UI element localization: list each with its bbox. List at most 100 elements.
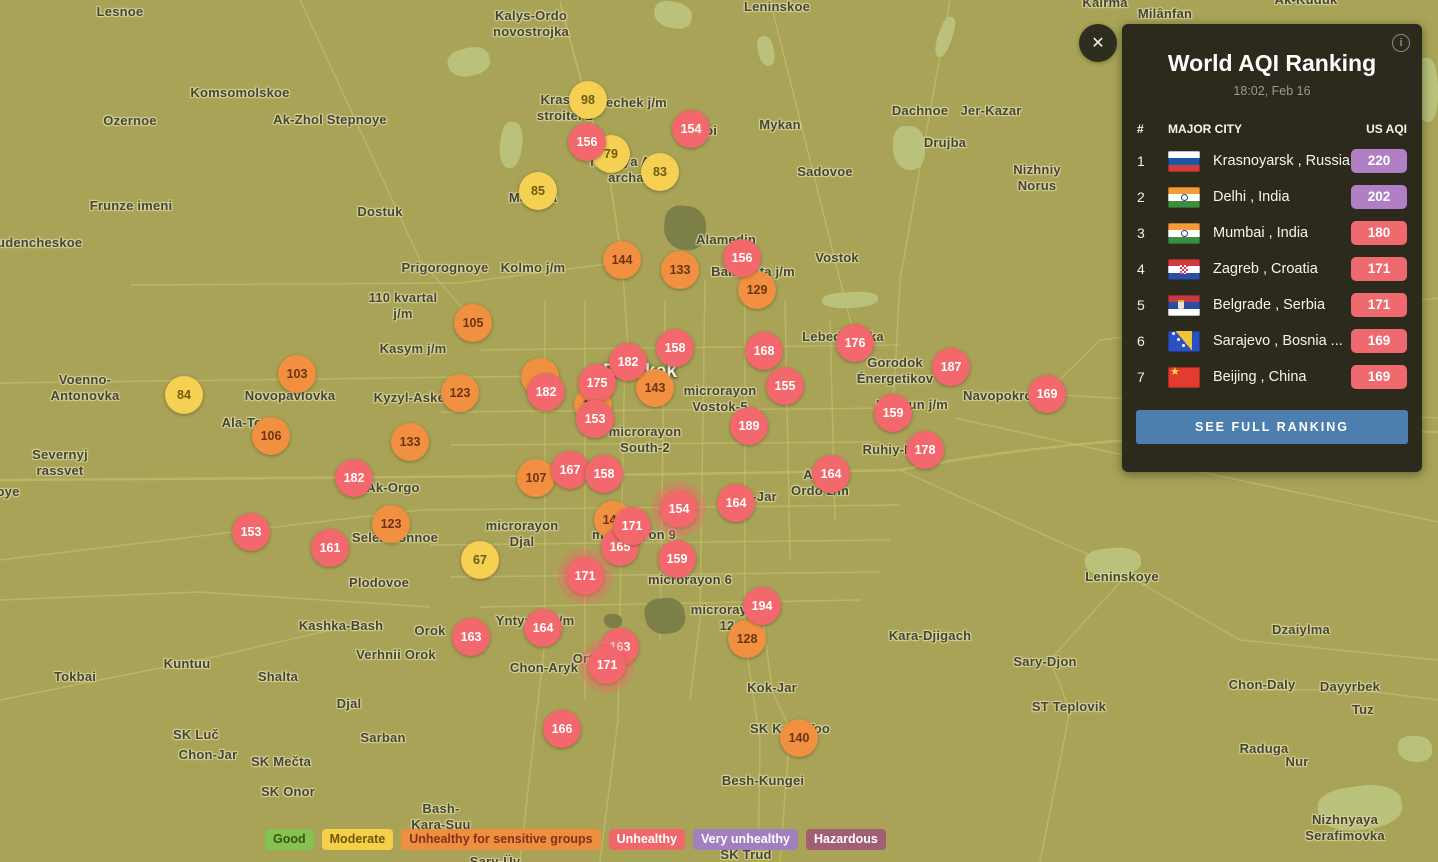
ranking-row[interactable]: 2 Delhi , India 202 (1122, 179, 1422, 215)
column-aqi: US AQI (1366, 122, 1407, 136)
ranking-row[interactable]: 6 Sarajevo , Bosnia ... 169 (1122, 323, 1422, 359)
aqi-value-badge: 180 (1351, 221, 1407, 245)
aqi-value-badge: 220 (1351, 149, 1407, 173)
see-full-ranking-button[interactable]: SEE FULL RANKING (1136, 410, 1408, 444)
legend-hazardous: Hazardous (805, 829, 886, 850)
aqi-station-marker[interactable]: 182 (335, 459, 373, 497)
ranking-row[interactable]: 1 Krasnoyarsk , Russia 220 (1122, 143, 1422, 179)
panel-timestamp: 18:02, Feb 16 (1233, 84, 1311, 98)
aqi-station-marker[interactable]: 154 (672, 110, 710, 148)
rank-number: 2 (1137, 189, 1145, 205)
legend-moderate: Moderate (321, 829, 394, 850)
city-name: Beijing , China (1213, 369, 1307, 385)
rank-number: 1 (1137, 153, 1145, 169)
aqi-value-badge: 171 (1351, 257, 1407, 281)
rank-number: 7 (1137, 369, 1145, 385)
cn-flag-icon (1168, 366, 1200, 388)
aqi-station-marker[interactable]: 133 (391, 423, 429, 461)
city-name: Mumbai , India (1213, 225, 1309, 241)
close-icon[interactable]: ✕ (1079, 24, 1117, 62)
aqi-station-marker[interactable]: 164 (717, 484, 755, 522)
aqi-legend: Good Moderate Unhealthy for sensitive grou… (265, 829, 894, 850)
aqi-station-marker[interactable]: 176 (836, 324, 874, 362)
aqi-station-marker[interactable]: 123 (441, 374, 479, 412)
column-rank: # (1137, 122, 1144, 136)
aqi-station-marker[interactable]: 123 (372, 505, 410, 543)
aqi-station-marker[interactable]: 67 (461, 541, 499, 579)
city-name: Zagreb , Croatia (1213, 261, 1318, 277)
rank-number: 4 (1137, 261, 1145, 277)
aqi-station-marker[interactable]: 107 (517, 459, 555, 497)
panel-title: World AQI Ranking (1167, 50, 1377, 76)
info-icon[interactable]: i (1392, 34, 1410, 52)
aqi-station-marker[interactable]: 178 (906, 431, 944, 469)
aqi-station-marker[interactable]: 105 (454, 304, 492, 342)
aqi-station-marker[interactable]: 144 (603, 241, 641, 279)
ru-flag-icon (1168, 150, 1200, 172)
legend-very-unhealthy: Very unhealthy (693, 829, 798, 850)
aqi-station-marker[interactable]: 171 (566, 557, 604, 595)
city-name: Sarajevo , Bosnia ... (1213, 333, 1343, 349)
in-flag-icon (1168, 222, 1200, 244)
aqi-station-marker[interactable]: 171 (613, 507, 651, 545)
city-name: Delhi , India (1213, 189, 1290, 205)
aqi-station-marker[interactable]: 167 (551, 451, 589, 489)
aqi-station-marker[interactable]: 163 (452, 618, 490, 656)
aqi-station-marker[interactable]: 83 (641, 153, 679, 191)
aqi-station-marker[interactable]: 171 (588, 646, 626, 684)
aqi-station-marker[interactable]: 159 (874, 394, 912, 432)
in-flag-icon (1168, 186, 1200, 208)
aqi-station-marker[interactable]: 106 (252, 417, 290, 455)
world-aqi-ranking-panel: i World AQI Ranking 18:02, Feb 16 # MAJO… (1122, 24, 1422, 472)
aqi-station-marker[interactable]: 154 (660, 490, 698, 528)
aqi-value-badge: 169 (1351, 365, 1407, 389)
aqi-station-marker[interactable]: 103 (278, 355, 316, 393)
ranking-row[interactable]: 5 Belgrade , Serbia 171 (1122, 287, 1422, 323)
legend-good: Good (265, 829, 314, 850)
legend-unhealthy: Unhealthy (608, 829, 686, 850)
aqi-station-marker[interactable]: 156 (723, 239, 761, 277)
city-name: Belgrade , Serbia (1213, 297, 1326, 313)
aqi-station-marker[interactable]: 166 (543, 710, 581, 748)
aqi-station-marker[interactable]: 194 (743, 587, 781, 625)
aqi-station-marker[interactable]: 156 (568, 123, 606, 161)
ranking-rows: 1 Krasnoyarsk , Russia 220 2 Delhi , India 20… (1122, 143, 1422, 395)
rank-number: 5 (1137, 297, 1145, 313)
column-city: MAJOR CITY (1168, 122, 1243, 136)
aqi-station-marker[interactable]: 153 (576, 400, 614, 438)
aqi-station-marker[interactable]: 182 (527, 373, 565, 411)
aqi-station-marker[interactable]: 158 (585, 455, 623, 493)
aqi-station-marker[interactable]: 189 (730, 407, 768, 445)
aqi-station-marker[interactable]: 158 (656, 329, 694, 367)
aqi-station-marker[interactable]: 169 (1028, 375, 1066, 413)
ranking-table-header: # MAJOR CITY US AQI (1122, 118, 1422, 140)
aqi-station-marker[interactable]: 85 (519, 172, 557, 210)
aqi-station-marker[interactable]: 164 (524, 609, 562, 647)
ranking-row[interactable]: 7 Beijing , China 169 (1122, 359, 1422, 395)
aqi-station-marker[interactable]: 140 (780, 719, 818, 757)
aqi-station-marker[interactable]: 168 (745, 332, 783, 370)
aqi-station-marker[interactable]: 161 (311, 529, 349, 567)
map-canvas[interactable]: Lesnoe Kalys-Ordo novostrojka Leninskoe Kai… (0, 0, 1438, 862)
aqi-station-marker[interactable]: 133 (661, 251, 699, 289)
aqi-station-marker[interactable]: 128 (728, 620, 766, 658)
ranking-row[interactable]: 3 Mumbai , India 180 (1122, 215, 1422, 251)
rank-number: 6 (1137, 333, 1145, 349)
legend-unhealthy-for-sensitive-groups: Unhealthy for sensitive groups (401, 829, 601, 850)
rs-flag-icon (1168, 294, 1200, 316)
aqi-station-marker[interactable]: 187 (932, 348, 970, 386)
rank-number: 3 (1137, 225, 1145, 241)
city-name: Krasnoyarsk , Russia (1213, 153, 1350, 169)
aqi-station-marker[interactable]: 175 (578, 364, 616, 402)
aqi-station-marker[interactable]: 159 (658, 540, 696, 578)
aqi-station-marker[interactable]: 84 (165, 376, 203, 414)
aqi-value-badge: 169 (1351, 329, 1407, 353)
ba-flag-icon (1168, 330, 1200, 352)
aqi-station-marker[interactable]: 164 (812, 455, 850, 493)
aqi-value-badge: 202 (1351, 185, 1407, 209)
aqi-value-badge: 171 (1351, 293, 1407, 317)
aqi-station-marker[interactable]: 155 (766, 367, 804, 405)
aqi-station-marker[interactable]: 98 (569, 81, 607, 119)
aqi-station-marker[interactable]: 153 (232, 513, 270, 551)
ranking-row[interactable]: 4 Zagreb , Croatia 171 (1122, 251, 1422, 287)
